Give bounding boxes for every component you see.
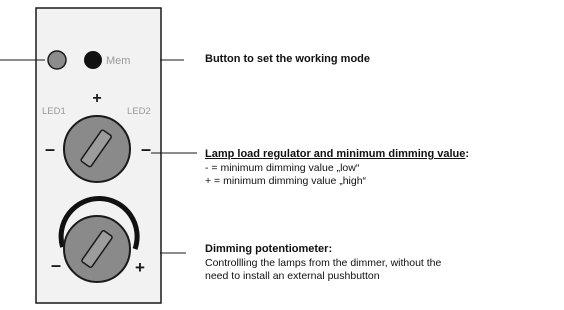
lamp-regulator-heading: Lamp load regulator and minimum dimming … <box>205 148 469 160</box>
knob1-minus-right-label: – <box>141 139 151 159</box>
knob1-minus-left-label: – <box>45 139 55 159</box>
lamp-regulator-line-high: + = minimum dimming value „high“ <box>205 175 367 187</box>
dimming-potentiometer-knob[interactable] <box>63 215 131 283</box>
potentiometer-title: Dimming potentiometer: <box>205 243 333 255</box>
led2-label: LED2 <box>127 106 151 117</box>
knob2-plus-label: + <box>135 258 145 277</box>
lamp-regulator-colon: : <box>465 148 470 160</box>
knob2-minus-label: – <box>51 255 61 275</box>
grey-led-indicator <box>47 50 67 70</box>
potentiometer-line-1: Controllling the lamps from the dimmer, … <box>205 257 442 269</box>
potentiometer-line-2: need to install an external pushbutton <box>205 270 380 282</box>
mem-label: Mem <box>106 55 130 67</box>
led1-label: LED1 <box>42 106 66 117</box>
knob1-plus-label: + <box>92 90 101 107</box>
mode-button-annotation: Button to set the working mode <box>205 53 370 65</box>
lamp-load-regulator-knob[interactable] <box>63 115 131 183</box>
lamp-regulator-line-low: - = minimum dimming value „low“ <box>205 162 360 174</box>
mem-button[interactable] <box>84 51 102 69</box>
lamp-regulator-title: Lamp load regulator and minimum dimming … <box>205 148 466 160</box>
